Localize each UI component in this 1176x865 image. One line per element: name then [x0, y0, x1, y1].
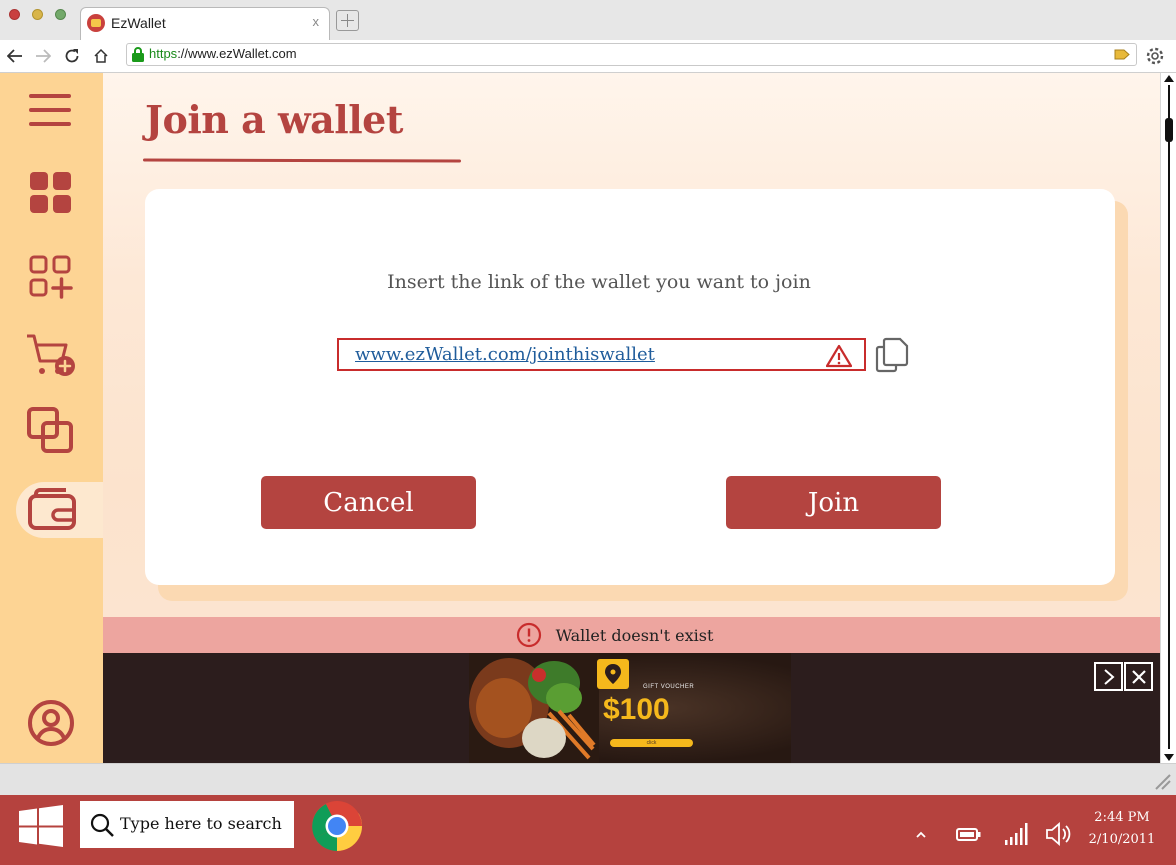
search-icon — [90, 813, 114, 837]
sidebar-item-wallets[interactable] — [16, 482, 103, 538]
browser-navbar: https://www.ezWallet.com — [0, 40, 1176, 73]
chrome-icon[interactable] — [311, 800, 363, 852]
back-arrow-icon[interactable] — [4, 45, 26, 67]
warning-icon — [826, 344, 852, 368]
error-icon — [516, 622, 541, 648]
scroll-up-arrow-icon[interactable] — [1164, 75, 1174, 82]
user-icon — [27, 700, 74, 746]
clock-date: 2/10/2011 — [1088, 832, 1156, 847]
tab-close-button[interactable]: x — [313, 14, 320, 29]
bookmark-icon[interactable] — [1114, 47, 1130, 62]
os-taskbar: Type here to search 2:44 PM 2/10/2011 — [0, 795, 1176, 865]
new-tab-button[interactable] — [336, 10, 359, 31]
sidebar-item-menu[interactable] — [0, 80, 103, 140]
chevron-up-icon[interactable] — [913, 821, 929, 847]
clock-time: 2:44 PM — [1094, 810, 1150, 825]
sidebar-item-profile[interactable] — [0, 693, 103, 753]
scroll-down-arrow-icon[interactable] — [1164, 754, 1174, 761]
join-wallet-card: Insert the link of the wallet you want t… — [145, 189, 1115, 585]
browser-statusbar — [0, 763, 1176, 795]
taskbar-search-input[interactable]: Type here to search — [80, 801, 294, 848]
error-message: Wallet doesn't exist — [555, 625, 714, 645]
ezwallet-favicon-icon — [87, 14, 105, 32]
ad-click-button[interactable]: click — [610, 739, 693, 747]
grid-icon — [29, 172, 71, 213]
hamburger-icon — [28, 94, 71, 126]
ad-banner: GIFT VOUCHER $100 click — [103, 653, 1160, 763]
join-button[interactable]: Join — [726, 476, 941, 529]
wallet-link-value[interactable]: www.ezWallet.com/jointhiswallet — [355, 344, 655, 365]
cart-plus-icon — [26, 334, 75, 376]
windows-start-icon[interactable] — [19, 805, 63, 847]
ad-voucher-label: GIFT VOUCHER — [643, 684, 695, 690]
ad-image[interactable]: GIFT VOUCHER $100 click — [469, 653, 791, 763]
cancel-button[interactable]: Cancel — [261, 476, 476, 529]
system-clock[interactable]: 2:44 PM 2/10/2011 — [1086, 807, 1158, 851]
layers-icon — [26, 407, 73, 453]
sidebar — [0, 73, 103, 763]
forward-arrow-icon[interactable] — [32, 45, 54, 67]
address-bar[interactable]: https://www.ezWallet.com — [126, 43, 1137, 66]
sidebar-item-dashboard[interactable] — [0, 163, 103, 223]
signal-icon[interactable] — [1003, 821, 1031, 847]
copy-icon[interactable] — [875, 337, 909, 373]
window-maximize-button[interactable] — [55, 9, 66, 20]
chevron-right-icon — [1103, 668, 1115, 685]
gear-icon[interactable] — [1144, 45, 1166, 67]
link-prompt: Insert the link of the wallet you want t… — [387, 271, 811, 293]
volume-icon[interactable] — [1045, 821, 1073, 847]
page-title: Join a wallet — [145, 97, 403, 142]
wallet-icon — [28, 488, 76, 530]
tab-title: EzWallet — [111, 15, 166, 31]
vertical-scrollbar[interactable] — [1160, 73, 1176, 763]
sidebar-item-add-expense[interactable] — [0, 325, 103, 385]
window-minimize-button[interactable] — [32, 9, 43, 20]
browser-tab[interactable]: EzWallet x — [80, 7, 330, 40]
page-viewport: Join a wallet Insert the link of the wal… — [0, 73, 1160, 763]
reload-icon[interactable] — [61, 45, 83, 67]
ad-next-button[interactable] — [1094, 662, 1123, 691]
wallet-link-input[interactable]: www.ezWallet.com/jointhiswallet — [337, 338, 866, 371]
grid-plus-icon — [29, 255, 73, 299]
error-banner: Wallet doesn't exist — [103, 617, 1160, 653]
url-text: https://www.ezWallet.com — [149, 46, 297, 61]
sidebar-item-add-group[interactable] — [0, 247, 103, 307]
food-photo-icon — [469, 653, 599, 763]
close-icon — [1131, 669, 1146, 684]
battery-icon[interactable] — [955, 821, 983, 847]
window-close-button[interactable] — [9, 9, 20, 20]
scroll-thumb[interactable] — [1165, 118, 1173, 142]
lock-icon — [132, 47, 144, 62]
ad-logo-icon — [597, 659, 629, 689]
browser-titlebar: EzWallet x — [0, 0, 1176, 40]
ad-amount: $100 — [603, 693, 670, 726]
ad-close-button[interactable] — [1124, 662, 1153, 691]
scroll-track — [1168, 85, 1170, 749]
search-placeholder: Type here to search — [120, 814, 282, 833]
sidebar-item-groups[interactable] — [0, 401, 103, 461]
home-icon[interactable] — [90, 45, 112, 67]
resize-grip-icon[interactable] — [1152, 771, 1172, 791]
title-underline — [142, 158, 462, 163]
